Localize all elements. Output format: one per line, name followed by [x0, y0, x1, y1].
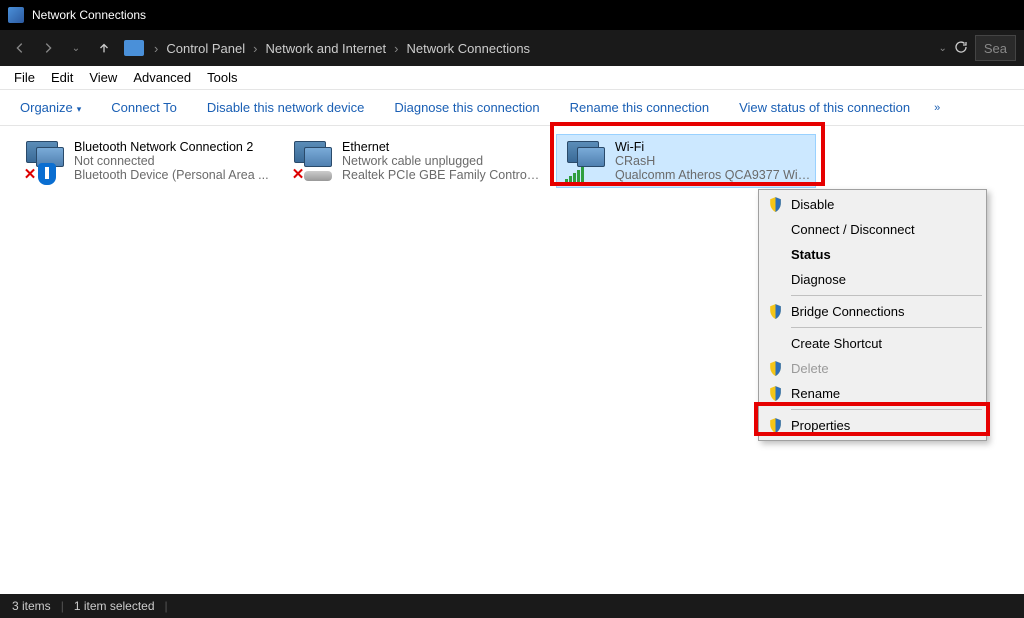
ctx-label: Status [791, 247, 831, 262]
breadcrumb-sep: › [249, 41, 261, 56]
organize-button[interactable]: Organize [10, 96, 91, 119]
connection-bluetooth[interactable]: ✕ Bluetooth Network Connection 2 Not con… [16, 134, 276, 188]
connection-device: Realtek PCIe GBE Family Controller [342, 168, 540, 182]
ctx-label: Rename [791, 386, 840, 401]
status-item-count: 3 items [12, 599, 51, 613]
ctx-bridge-connections[interactable]: Bridge Connections [761, 299, 984, 324]
recent-button[interactable]: ⌄ [64, 36, 88, 60]
window-titlebar: Network Connections [0, 0, 1024, 30]
status-bar: 3 items | 1 item selected | [0, 594, 1024, 618]
location-icon [124, 40, 144, 56]
ctx-properties[interactable]: Properties [761, 413, 984, 438]
ctx-separator [791, 327, 982, 328]
shield-icon [767, 417, 784, 434]
connection-title: Wi-Fi [615, 140, 811, 154]
breadcrumb-network-connections[interactable]: Network Connections [403, 41, 535, 56]
connection-status: Network cable unplugged [342, 154, 540, 168]
ctx-connect-disconnect[interactable]: Connect / Disconnect [761, 217, 984, 242]
connection-title: Bluetooth Network Connection 2 [74, 140, 269, 154]
connection-ethernet[interactable]: ✕ Ethernet Network cable unplugged Realt… [284, 134, 544, 188]
ctx-label: Bridge Connections [791, 304, 904, 319]
menu-advanced[interactable]: Advanced [125, 68, 199, 87]
menu-view[interactable]: View [81, 68, 125, 87]
ctx-label: Create Shortcut [791, 336, 882, 351]
shield-icon [767, 360, 784, 377]
shield-icon [767, 196, 784, 213]
up-button[interactable] [92, 36, 116, 60]
ctx-label: Properties [791, 418, 850, 433]
connection-wifi[interactable]: Wi-Fi CRasH Qualcomm Atheros QCA9377 Wir… [556, 134, 816, 188]
command-bar: Organize Connect To Disable this network… [0, 90, 1024, 126]
connection-device: Qualcomm Atheros QCA9377 Wir... [615, 168, 811, 182]
ctx-label: Disable [791, 197, 834, 212]
ctx-label: Delete [791, 361, 829, 376]
status-selected: 1 item selected [74, 599, 155, 613]
menu-bar: File Edit View Advanced Tools [0, 66, 1024, 90]
menu-tools[interactable]: Tools [199, 68, 245, 87]
connect-to-button[interactable]: Connect To [101, 96, 187, 119]
breadcrumb-sep: › [150, 41, 162, 56]
ctx-label: Diagnose [791, 272, 846, 287]
window-title: Network Connections [32, 8, 146, 22]
ctx-create-shortcut[interactable]: Create Shortcut [761, 331, 984, 356]
shield-icon [767, 385, 784, 402]
diagnose-button[interactable]: Diagnose this connection [384, 96, 549, 119]
ctx-rename[interactable]: Rename [761, 381, 984, 406]
view-status-button[interactable]: View status of this connection [729, 96, 920, 119]
breadcrumb-network-internet[interactable]: Network and Internet [261, 41, 390, 56]
command-overflow[interactable]: » [930, 98, 946, 118]
ctx-disable[interactable]: Disable [761, 192, 984, 217]
ctx-label: Connect / Disconnect [791, 222, 915, 237]
refresh-button[interactable] [953, 39, 969, 58]
search-input[interactable]: Sea [975, 35, 1016, 61]
ctx-delete: Delete [761, 356, 984, 381]
disable-device-button[interactable]: Disable this network device [197, 96, 375, 119]
search-placeholder: Sea [984, 41, 1007, 56]
connection-device: Bluetooth Device (Personal Area ... [74, 168, 269, 182]
bluetooth-network-icon: ✕ [20, 137, 68, 185]
ethernet-network-icon: ✕ [288, 137, 336, 185]
connection-title: Ethernet [342, 140, 540, 154]
back-button[interactable] [8, 36, 32, 60]
forward-button[interactable] [36, 36, 60, 60]
ctx-diagnose[interactable]: Diagnose [761, 267, 984, 292]
ctx-status[interactable]: Status [761, 242, 984, 267]
shield-icon [767, 303, 784, 320]
ctx-separator [791, 295, 982, 296]
ctx-separator [791, 409, 982, 410]
menu-edit[interactable]: Edit [43, 68, 81, 87]
connection-status: CRasH [615, 154, 811, 168]
breadcrumb-sep: › [390, 41, 402, 56]
status-separator: | [165, 599, 168, 613]
rename-connection-button[interactable]: Rename this connection [560, 96, 719, 119]
connection-status: Not connected [74, 154, 269, 168]
context-menu: Disable Connect / Disconnect Status Diag… [758, 189, 987, 441]
status-separator: | [61, 599, 64, 613]
address-bar: ⌄ › Control Panel › Network and Internet… [0, 30, 1024, 66]
address-dropdown[interactable]: ⌄ [938, 43, 946, 54]
breadcrumb-control-panel[interactable]: Control Panel [162, 41, 249, 56]
menu-file[interactable]: File [6, 68, 43, 87]
wifi-network-icon [561, 137, 609, 185]
app-icon [8, 7, 24, 23]
